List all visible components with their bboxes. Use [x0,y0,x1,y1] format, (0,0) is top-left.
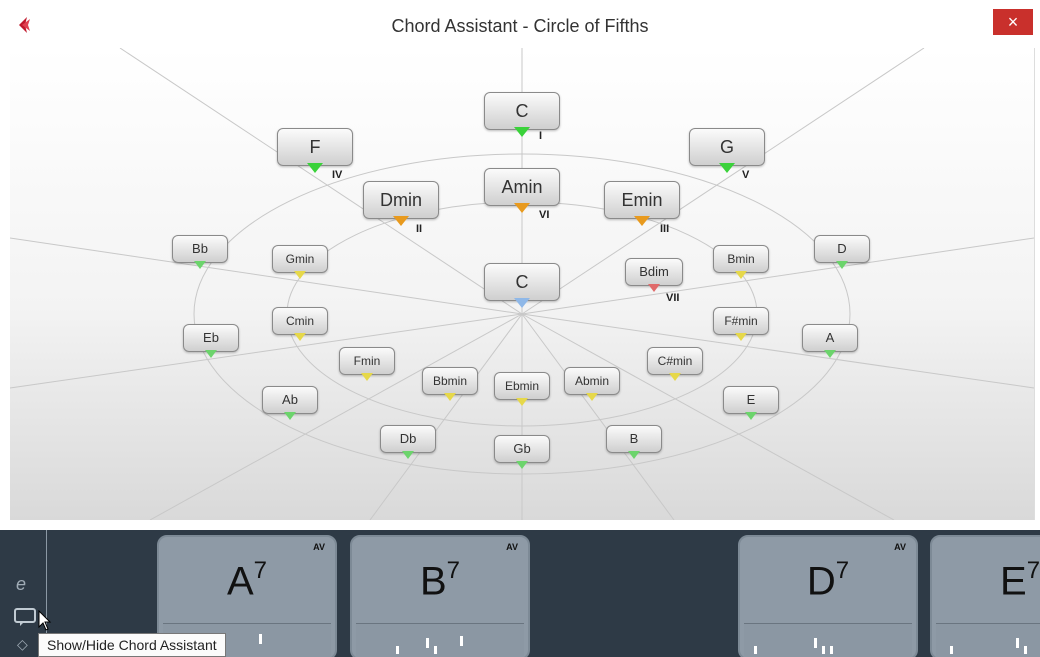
note-tick [814,638,817,648]
note-tick [822,646,825,654]
edit-mode-icon[interactable]: e [16,574,26,595]
chord-button-e[interactable]: E [723,386,779,420]
marker-orange-icon [393,216,409,226]
window-title: Chord Assistant - Circle of Fifths [391,16,649,36]
chord-pad-label: B7 [419,557,461,604]
mouse-cursor-icon [38,610,52,631]
marker-yellow-icon [294,271,306,279]
note-tick [950,646,953,654]
marker-green-icon [402,451,414,459]
chord-pad-label: E7 [1000,557,1040,604]
chord-pad-d7[interactable]: AV D7 [738,535,918,657]
marker-green-icon [284,412,296,420]
note-tick [426,638,429,648]
marker-yellow-icon [735,271,747,279]
degree-label: I [539,130,543,142]
chord-button-eb[interactable]: Eb [183,324,239,358]
close-button[interactable]: × [993,9,1033,35]
marker-yellow-icon [444,393,456,401]
marker-yellow-icon [361,373,373,381]
chord-button-csharpmin[interactable]: C#min [647,347,703,381]
chord-button-db[interactable]: Db [380,425,436,459]
note-tick [460,636,463,646]
marker-green-icon [516,461,528,469]
circle-of-fifths: C I F IV G V Amin VI Dmin II Emin III Bd… [10,48,1035,520]
audition-voicing-label: AV [506,542,518,552]
marker-blue-icon [514,298,530,308]
marker-green-icon [307,163,323,173]
degree-label: III [660,223,670,235]
chord-button-bdim[interactable]: Bdim [625,258,683,292]
marker-yellow-icon [586,393,598,401]
chord-button-bmin[interactable]: Bmin [713,245,769,279]
degree-label: VI [539,209,550,221]
degree-label: VII [666,292,680,304]
chord-button-g[interactable]: G [689,128,765,173]
marker-orange-icon [514,203,530,213]
tooltip: Show/Hide Chord Assistant [38,633,226,657]
chord-button-ebmin[interactable]: Ebmin [494,372,550,406]
marker-yellow-icon [294,333,306,341]
chord-button-gmin[interactable]: Gmin [272,245,328,279]
chord-assistant-icon[interactable] [14,608,36,626]
marker-green-icon [514,127,530,137]
chord-button-bbmin[interactable]: Bbmin [422,367,478,401]
chord-button-abmin[interactable]: Abmin [564,367,620,401]
marker-green-icon [719,163,735,173]
marker-orange-icon [634,216,650,226]
chord-button-cmin[interactable]: Cmin [272,307,328,341]
chord-button-gb[interactable]: Gb [494,435,550,469]
voicing-strip [744,623,912,657]
note-tick [259,634,262,644]
marker-yellow-icon [735,333,747,341]
chord-pad-label: D7 [806,557,850,604]
chord-button-center[interactable]: C [484,263,560,308]
marker-yellow-icon [516,398,528,406]
degree-label: V [742,169,750,181]
note-tick [754,646,757,654]
chord-button-fmin[interactable]: Fmin [339,347,395,381]
note-tick [1024,646,1027,654]
chord-pad-label: A7 [226,557,268,604]
chord-button-a[interactable]: A [802,324,858,358]
note-tick [396,646,399,654]
title-bar: Chord Assistant - Circle of Fifths × [0,0,1040,46]
chord-button-bb[interactable]: Bb [172,235,228,269]
chord-button-f[interactable]: F [277,128,353,173]
voicing-strip [356,623,524,657]
chord-button-c[interactable]: C [484,92,560,137]
chord-button-amin[interactable]: Amin [484,168,560,213]
marker-green-icon [824,350,836,358]
note-tick [1016,638,1019,648]
chord-pad-b7[interactable]: AV B7 [350,535,530,657]
chord-button-d[interactable]: D [814,235,870,269]
sync-icon[interactable]: ◇ [17,636,28,653]
degree-label: IV [332,169,343,181]
degree-label: II [416,223,423,235]
chord-button-dmin[interactable]: Dmin [363,181,439,226]
marker-red-icon [648,284,660,292]
audition-voicing-label: AV [894,542,906,552]
audition-voicing-label: AV [313,542,325,552]
note-tick [434,646,437,654]
note-tick [830,646,833,654]
marker-green-icon [745,412,757,420]
chord-button-b[interactable]: B [606,425,662,459]
chord-button-emin[interactable]: Emin [604,181,680,226]
voicing-strip [936,623,1040,657]
marker-green-icon [194,261,206,269]
marker-green-icon [205,350,217,358]
chord-button-fsharpmin[interactable]: F#min [713,307,769,341]
marker-green-icon [628,451,640,459]
chord-pad-e7[interactable]: E7 [930,535,1040,657]
chord-button-ab[interactable]: Ab [262,386,318,420]
marker-yellow-icon [669,373,681,381]
marker-green-icon [836,261,848,269]
